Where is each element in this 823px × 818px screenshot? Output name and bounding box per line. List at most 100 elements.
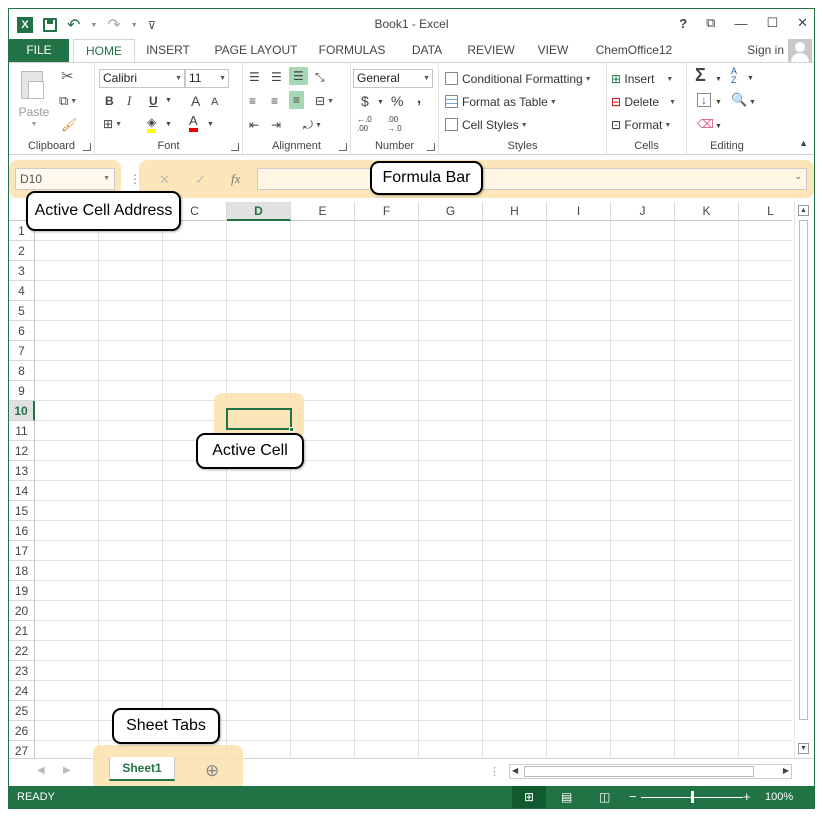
page-layout-view-icon[interactable]: ▤ (561, 790, 572, 804)
column-header-g[interactable]: G (419, 202, 483, 221)
cut-icon[interactable]: ✂ (61, 69, 74, 85)
column-header-k[interactable]: K (675, 202, 739, 221)
number-launcher-icon[interactable] (427, 143, 435, 151)
scroll-left-icon[interactable]: ◀ (512, 766, 518, 775)
row-header[interactable]: 26 (9, 721, 35, 741)
vertical-scrollbar[interactable]: ▲ ▼ (794, 202, 812, 758)
autosum-icon[interactable]: Σ (695, 66, 706, 84)
sign-in-link[interactable]: Sign in (747, 43, 784, 57)
column-header-f[interactable]: F (355, 202, 419, 221)
middle-align-icon[interactable]: ☰ (271, 69, 282, 85)
clear-dropdown-icon[interactable]: ▼ (715, 119, 722, 135)
row-header[interactable]: 21 (9, 621, 35, 641)
top-align-icon[interactable]: ☰ (249, 69, 260, 85)
row-header[interactable]: 8 (9, 361, 35, 381)
cell-styles-button[interactable]: Cell Styles ▼ (445, 117, 528, 134)
row-header[interactable]: 19 (9, 581, 35, 601)
row-header[interactable]: 9 (9, 381, 35, 401)
row-header[interactable]: 13 (9, 461, 35, 481)
maximize-icon[interactable]: ☐ (766, 15, 778, 31)
find-select-dropdown-icon[interactable]: ▼ (749, 95, 756, 111)
row-header[interactable]: 23 (9, 661, 35, 681)
insert-function-icon[interactable]: fx (231, 171, 240, 187)
decrease-indent-icon[interactable]: ⇤ (249, 117, 259, 133)
normal-view-button[interactable]: ⊞ (512, 786, 546, 808)
tab-home[interactable]: HOME (73, 39, 135, 64)
column-header-h[interactable]: H (483, 202, 547, 221)
help-icon[interactable]: ? (679, 16, 687, 31)
tab-split-grip-icon[interactable]: ⋮ (489, 765, 500, 778)
page-break-view-icon[interactable]: ◫ (599, 790, 610, 804)
fill-handle[interactable] (289, 427, 294, 432)
align-left-icon[interactable]: ≡ (249, 93, 256, 109)
row-header[interactable]: 7 (9, 341, 35, 361)
zoom-slider-thumb[interactable] (691, 791, 694, 803)
fill-icon[interactable]: ↓ (697, 93, 711, 107)
row-header[interactable]: 4 (9, 281, 35, 301)
row-header[interactable]: 5 (9, 301, 35, 321)
scroll-right-icon[interactable]: ▶ (783, 766, 789, 775)
minimize-icon[interactable]: — (734, 16, 747, 31)
percent-button[interactable]: % (391, 93, 403, 109)
sheet-tab-sheet1[interactable]: Sheet1 (109, 757, 175, 781)
format-cells-button[interactable]: ⊡ Format ▼ (611, 117, 671, 134)
tab-file[interactable]: FILE (9, 39, 69, 63)
zoom-in-button[interactable]: + (743, 789, 751, 804)
format-painter-icon[interactable]: 🖌 (61, 117, 78, 133)
conditional-formatting-button[interactable]: Conditional Formatting ▼ (445, 71, 592, 88)
sort-filter-dropdown-icon[interactable]: ▼ (747, 71, 754, 87)
underline-dropdown-icon[interactable]: ▼ (165, 93, 172, 109)
align-right-icon[interactable]: ≡ (289, 91, 305, 109)
tab-view[interactable]: VIEW (533, 39, 573, 63)
decrease-decimal-button[interactable]: .00 →.0 (387, 115, 413, 133)
italic-button[interactable]: I (127, 93, 131, 109)
row-header[interactable]: 22 (9, 641, 35, 661)
fill-color-dropdown-icon[interactable]: ▼ (165, 117, 172, 133)
increase-indent-icon[interactable]: ⇥ (271, 117, 281, 133)
clipboard-launcher-icon[interactable] (83, 143, 91, 151)
zoom-out-button[interactable]: − (629, 789, 637, 804)
bottom-align-icon[interactable]: ☰ (289, 67, 308, 85)
merge-center-icon[interactable]: ⊟ ▼ (315, 93, 334, 110)
format-as-table-button[interactable]: Format as Table ▼ (445, 94, 557, 111)
row-header[interactable]: 14 (9, 481, 35, 501)
alignment-launcher-icon[interactable] (339, 143, 347, 151)
autosum-dropdown-icon[interactable]: ▼ (715, 72, 722, 88)
vertical-scroll-thumb[interactable] (799, 220, 808, 720)
column-header-i[interactable]: I (547, 202, 611, 221)
avatar[interactable] (788, 39, 812, 63)
row-header[interactable]: 24 (9, 681, 35, 701)
shrink-font-button[interactable]: A (211, 94, 218, 110)
center-icon[interactable]: ≡ (271, 93, 278, 109)
cancel-entry-icon[interactable]: ✕ (159, 172, 170, 188)
tab-review[interactable]: REVIEW (465, 39, 517, 63)
row-header[interactable]: 18 (9, 561, 35, 581)
row-header[interactable]: 25 (9, 701, 35, 721)
font-color-button[interactable]: A (189, 114, 198, 132)
increase-decimal-button[interactable]: ←.0 .00 (357, 115, 383, 133)
row-header[interactable]: 6 (9, 321, 35, 341)
name-box[interactable]: D10 ▼ (15, 168, 115, 190)
horizontal-scroll-thumb[interactable] (524, 766, 754, 777)
column-header-d[interactable]: D (227, 202, 291, 221)
close-icon[interactable]: ✕ (797, 15, 808, 31)
row-header[interactable]: 27 (9, 741, 35, 758)
underline-button[interactable]: U (149, 93, 158, 109)
row-header[interactable]: 2 (9, 241, 35, 261)
orientation-icon[interactable]: ⤡ (315, 69, 325, 85)
row-header[interactable]: 11 (9, 421, 35, 441)
add-sheet-icon[interactable]: ⊕ (205, 761, 219, 781)
find-select-icon[interactable]: 🔍 (731, 92, 747, 108)
grow-font-button[interactable]: A (191, 93, 200, 109)
ribbon-display-icon[interactable]: ⧉ (706, 15, 715, 31)
tab-formulas[interactable]: FORMULAS (315, 39, 389, 63)
active-cell[interactable] (226, 408, 292, 430)
tab-page-layout[interactable]: PAGE LAYOUT (209, 39, 303, 63)
row-header[interactable]: 12 (9, 441, 35, 461)
row-header[interactable]: 16 (9, 521, 35, 541)
scroll-up-icon[interactable]: ▲ (798, 205, 809, 216)
tab-chemoffice[interactable]: ChemOffice12 (593, 39, 675, 63)
font-size-select[interactable]: 11 ▼ (185, 69, 229, 88)
bold-button[interactable]: B (105, 93, 114, 109)
row-header[interactable]: 15 (9, 501, 35, 521)
